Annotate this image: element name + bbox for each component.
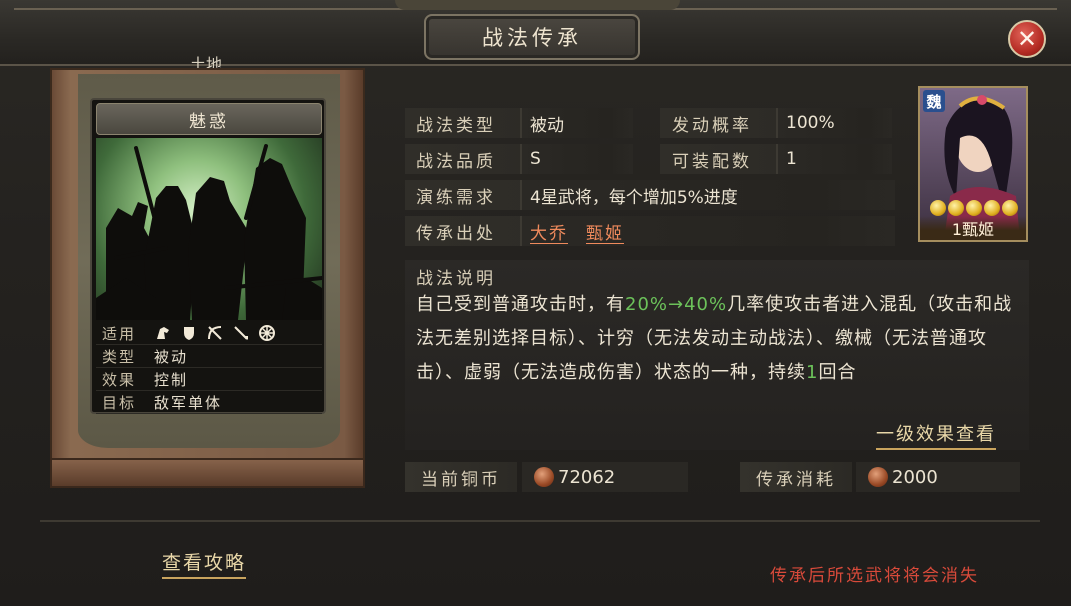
copper-coin-icon — [534, 467, 554, 487]
faction-badge: 魏 — [923, 90, 945, 112]
star-icon — [948, 200, 964, 216]
scroll-rod — [50, 458, 365, 488]
skill-artwork — [96, 138, 322, 320]
chariot-icon — [259, 325, 275, 341]
spear-icon — [234, 326, 248, 340]
archer-icon — [208, 326, 222, 340]
training-requirement-value: 4星武将，每个增加5%进度 — [520, 180, 894, 210]
divider — [40, 520, 1040, 522]
stat-value: 敌军单体 — [154, 393, 223, 412]
equip-count-label: 可装配数 — [672, 151, 752, 172]
stat-key: 适用 — [102, 324, 137, 343]
description-highlight: 1 — [806, 362, 819, 383]
page-title: 战法传承 — [482, 26, 582, 50]
trigger-rate-label: 发动概率 — [672, 115, 752, 136]
inheritance-source-list: 大乔 甄姬 — [520, 216, 894, 246]
close-button[interactable]: ✕ — [1008, 20, 1046, 58]
current-coins: 72062 — [522, 462, 688, 492]
stat-value: 控制 — [154, 370, 189, 389]
training-requirement-label: 演练需求 — [416, 187, 496, 208]
current-coins-value: 72062 — [558, 466, 616, 488]
source-general-link[interactable]: 大乔 — [530, 219, 568, 244]
inheritance-source-label: 传承出处 — [416, 223, 496, 244]
star-icon — [966, 200, 982, 216]
skill-card-title: 魅惑 — [96, 103, 322, 135]
stat-value: 被动 — [154, 347, 189, 366]
stat-key: 效果 — [102, 370, 137, 389]
title-plate: 战法传承 — [424, 14, 640, 60]
cavalry-icon — [157, 327, 169, 339]
general-name: 1甄姬 — [920, 216, 1026, 240]
unit-type-icons — [154, 324, 276, 342]
stat-row-type: 类型 被动 — [96, 345, 322, 368]
stat-key: 目标 — [102, 393, 137, 412]
description-highlight: 20%→40% — [625, 294, 728, 315]
trigger-rate-value: 100% — [776, 108, 892, 138]
warriors-silhouette-image — [96, 144, 322, 320]
skill-card-stats: 适用 类型 被动 效果 控制 目标 敌军单体 — [96, 322, 322, 414]
star-icon — [1002, 200, 1018, 216]
description-title: 战法说明 — [416, 269, 496, 289]
level-one-effect-link[interactable]: 一级效果查看 — [876, 420, 996, 450]
equip-count-value: 1 — [776, 144, 892, 174]
skill-quality-label: 战法品质 — [416, 151, 496, 172]
source-general-link[interactable]: 甄姬 — [586, 219, 624, 244]
star-icon — [984, 200, 1000, 216]
stat-row-applicable: 适用 — [96, 322, 322, 345]
inheritance-cost: 2000 — [856, 462, 1020, 492]
stat-row-target: 目标 敌军单体 — [96, 391, 322, 414]
top-tab-edge — [395, 0, 680, 10]
stat-row-effect: 效果 控制 — [96, 368, 322, 391]
skill-type-value: 被动 — [520, 108, 632, 138]
skill-card: 魅惑 适用 类型 被动 效果 控制 目标 敌军单体 — [90, 98, 326, 414]
copper-coin-icon — [868, 467, 888, 487]
description-part: 回合 — [818, 362, 857, 383]
description-text: 自己受到普通攻击时，有20%→40%几率使攻击者进入混乱（攻击和战法无差别选择目… — [416, 288, 1016, 390]
inheritance-cost-value: 2000 — [892, 466, 938, 488]
star-icon — [930, 200, 946, 216]
skill-type-label: 战法类型 — [416, 115, 496, 136]
inheritance-cost-label: 传承消耗 — [740, 462, 852, 492]
general-portrait[interactable]: 魏 1甄姬 — [918, 86, 1028, 242]
skill-name: 魅惑 — [189, 111, 229, 132]
shield-icon — [184, 327, 194, 340]
view-guide-link[interactable]: 查看攻略 — [162, 548, 247, 579]
inheritance-warning: 传承后所选武将将会消失 — [770, 566, 979, 586]
stat-key: 类型 — [102, 347, 137, 366]
skill-quality-value: S — [520, 144, 632, 174]
close-icon: ✕ — [1016, 25, 1038, 53]
current-coins-label: 当前铜币 — [405, 462, 517, 492]
description-part: 自己受到普通攻击时，有 — [416, 294, 625, 315]
